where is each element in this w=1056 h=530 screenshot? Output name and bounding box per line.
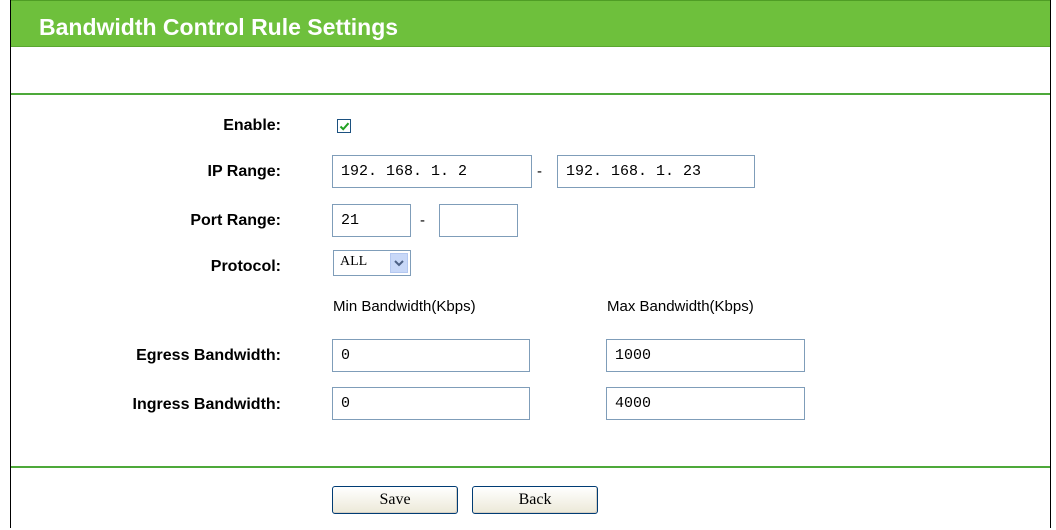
page-title: Bandwidth Control Rule Settings <box>39 14 399 40</box>
back-button[interactable]: Back <box>472 486 598 514</box>
divider-bottom <box>11 466 1050 468</box>
port-range-end-input[interactable] <box>439 204 518 237</box>
ip-range-start-input[interactable] <box>332 155 532 188</box>
egress-min-input[interactable] <box>332 339 530 372</box>
protocol-label: Protocol: <box>210 258 281 275</box>
enable-label: Enable: <box>223 117 281 134</box>
ip-range-end-input[interactable] <box>557 155 755 188</box>
protocol-selected-value: ALL <box>340 254 368 269</box>
title-bar: Bandwidth Control Rule Settings <box>11 0 1050 47</box>
settings-panel: Bandwidth Control Rule Settings Enable: … <box>10 0 1051 528</box>
port-range-label: Port Range: <box>190 212 281 229</box>
divider-top <box>11 93 1050 95</box>
ip-range-label: IP Range: <box>207 163 282 180</box>
ingress-bandwidth-label: Ingress Bandwidth: <box>132 396 281 413</box>
ip-range-separator: - <box>537 163 542 180</box>
chevron-down-icon[interactable] <box>390 253 408 273</box>
min-bandwidth-header: Min Bandwidth(Kbps) <box>333 298 476 315</box>
egress-max-input[interactable] <box>606 339 805 372</box>
egress-bandwidth-label: Egress Bandwidth: <box>136 347 281 364</box>
max-bandwidth-header: Max Bandwidth(Kbps) <box>607 298 754 315</box>
port-range-start-input[interactable] <box>332 204 411 237</box>
ingress-max-input[interactable] <box>606 387 805 420</box>
protocol-select[interactable]: ALL <box>333 250 411 276</box>
checkmark-icon <box>339 122 349 131</box>
enable-checkbox[interactable] <box>337 119 351 133</box>
ingress-min-input[interactable] <box>332 387 530 420</box>
port-range-separator: - <box>420 212 425 229</box>
save-button[interactable]: Save <box>332 486 458 514</box>
